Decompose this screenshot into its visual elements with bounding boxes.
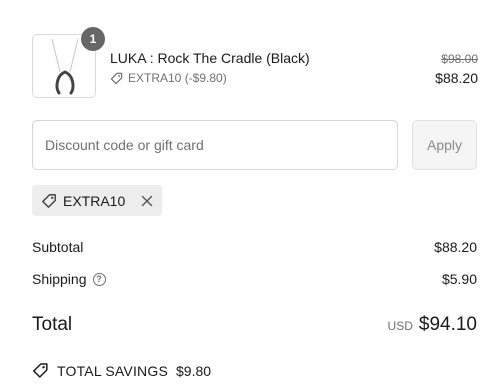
product-name: LUKA : Rock The Cradle (Black) [110, 50, 310, 66]
total-savings-value: $9.80 [176, 362, 212, 379]
total-row: Total USD $94.10 [32, 313, 477, 337]
product-discount-text: EXTRA10 (-$9.80) [128, 71, 227, 85]
currency-code: USD [387, 319, 413, 333]
savings-tag-icon [33, 363, 48, 378]
tag-icon [42, 193, 56, 208]
applied-discount-chip: EXTRA10 [32, 185, 163, 216]
subtotal-row: Subtotal $88.20 [32, 239, 477, 255]
shipping-label: Shipping [32, 271, 87, 287]
shipping-row: Shipping ? $5.90 [32, 271, 477, 287]
original-price: $98.00 [441, 52, 478, 66]
total-amount-group: USD $94.10 [388, 314, 477, 336]
tag-icon [110, 72, 123, 84]
cart-line-item: 1 LUKA : Rock The Cradle (Black) EXTRA10… [32, 27, 478, 100]
total-savings: TOTAL SAVINGS $9.80 [32, 362, 211, 379]
total-label: Total [32, 314, 73, 335]
apply-button[interactable]: Apply [412, 120, 477, 170]
shipping-label-group: Shipping ? [32, 271, 106, 287]
subtotal-value: $88.20 [434, 239, 477, 255]
question-circle-icon[interactable]: ? [92, 272, 106, 286]
quantity-badge: 1 [81, 27, 105, 51]
total-savings-label: TOTAL SAVINGS [57, 362, 168, 379]
applied-discount-code: EXTRA10 [63, 192, 126, 209]
close-icon [142, 195, 153, 206]
discount-code-input[interactable] [32, 120, 398, 170]
subtotal-label: Subtotal [32, 239, 84, 255]
product-thumbnail: 1 [32, 27, 105, 98]
shipping-value: $5.90 [441, 271, 477, 287]
product-discount: EXTRA10 (-$9.80) [110, 71, 227, 85]
remove-discount-button[interactable] [141, 195, 153, 207]
total-value: $94.10 [418, 314, 477, 335]
discounted-price: $88.20 [435, 70, 478, 86]
